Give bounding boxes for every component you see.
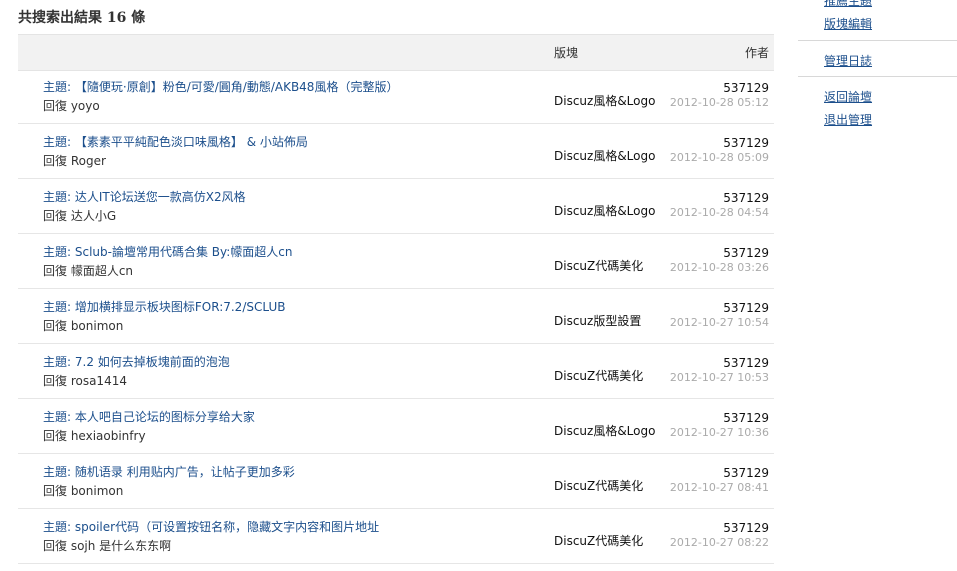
post-date: 2012-10-27 08:22 <box>669 536 769 549</box>
author-link[interactable]: 537129 <box>723 301 769 315</box>
author-link[interactable]: 537129 <box>723 191 769 205</box>
sidebar-divider <box>798 40 957 41</box>
post-date: 2012-10-27 10:53 <box>669 371 769 384</box>
topic-title[interactable]: 【隨便玩·原創】粉色/可愛/圓角/動態/AKB48風格（完整版） <box>75 80 399 94</box>
reply-text: 回復 bonimon <box>43 319 124 333</box>
reply-text: 回復 yoyo <box>43 99 100 113</box>
topic-link[interactable]: 主題: 7.2 如何去掉板塊前面的泡泡 <box>43 353 230 370</box>
table-row: 主題: 【隨便玩·原創】粉色/可愛/圓角/動態/AKB48風格（完整版） 回復 … <box>18 69 774 124</box>
author-link[interactable]: 537129 <box>723 136 769 150</box>
reply-text: 回復 rosa1414 <box>43 374 127 388</box>
author-link[interactable]: 537129 <box>723 411 769 425</box>
reply-text: 回復 bonimon <box>43 484 124 498</box>
sidebar-link-exit-admin[interactable]: 退出管理 <box>824 111 872 128</box>
topic-prefix: 主題: <box>43 190 72 204</box>
topic-prefix: 主題: <box>43 410 72 424</box>
topic-prefix: 主題: <box>43 465 72 479</box>
topic-link[interactable]: 主題: 随机语录 利用贴内广告，让帖子更加多彩 <box>43 463 295 480</box>
topic-title[interactable]: 随机语录 利用贴内广告，让帖子更加多彩 <box>75 465 295 479</box>
author-link[interactable]: 537129 <box>723 356 769 370</box>
forum-link[interactable]: DiscuZ代碼美化 <box>554 257 643 274</box>
topic-title[interactable]: 达人IT论坛送您一款高仿X2风格 <box>75 190 246 204</box>
column-header-forum: 版塊 <box>554 46 579 60</box>
forum-link[interactable]: Discuz風格&Logo <box>554 147 655 164</box>
post-date: 2012-10-28 03:26 <box>669 261 769 274</box>
forum-link[interactable]: DiscuZ代碼美化 <box>554 532 643 549</box>
reply-text: 回復 Roger <box>43 154 106 168</box>
topic-title[interactable]: 【素素平平純配色淡口味風格】 & 小站佈局 <box>75 135 308 149</box>
topic-title[interactable]: 增加横排显示板块图标FOR:7.2/SCLUB <box>75 300 286 314</box>
results-list: 主題: 【隨便玩·原創】粉色/可愛/圓角/動態/AKB48風格（完整版） 回復 … <box>18 69 774 564</box>
author-link[interactable]: 537129 <box>723 246 769 260</box>
topic-prefix: 主題: <box>43 135 72 149</box>
topic-prefix: 主題: <box>43 300 72 314</box>
reply-text: 回復 hexiaobinfry <box>43 429 146 443</box>
topic-prefix: 主題: <box>43 355 72 369</box>
post-date: 2012-10-27 08:41 <box>669 481 769 494</box>
author-link[interactable]: 537129 <box>723 81 769 95</box>
topic-link[interactable]: 主題: spoiler代码（可设置按钮名称，隐藏文字内容和图片地址 <box>43 518 379 535</box>
topic-link[interactable]: 主題: 本人吧自己论坛的图标分享给大家 <box>43 408 255 425</box>
author-link[interactable]: 537129 <box>723 466 769 480</box>
reply-text: 回復 达人小G <box>43 209 117 223</box>
topic-link[interactable]: 主題: 【素素平平純配色淡口味風格】 & 小站佈局 <box>43 133 308 150</box>
post-date: 2012-10-28 04:54 <box>669 206 769 219</box>
sidebar-link-admin-log[interactable]: 管理日誌 <box>824 52 872 69</box>
forum-link[interactable]: Discuz風格&Logo <box>554 92 655 109</box>
post-date: 2012-10-28 05:09 <box>669 151 769 164</box>
reply-text: 回復 幪面超人cn <box>43 264 134 278</box>
topic-title[interactable]: spoiler代码（可设置按钮名称，隐藏文字内容和图片地址 <box>75 520 379 534</box>
table-row: 主題: 本人吧自己论坛的图标分享给大家 回復 hexiaobinfry Disc… <box>18 399 774 454</box>
topic-prefix: 主題: <box>43 520 72 534</box>
topic-link[interactable]: 主題: 【隨便玩·原創】粉色/可愛/圓角/動態/AKB48風格（完整版） <box>43 78 398 95</box>
topic-link[interactable]: 主題: Sclub-論壇常用代碼合集 By:幪面超人cn <box>43 243 293 260</box>
sidebar-link-recommend-topics[interactable]: 推薦主題 <box>824 0 872 9</box>
author-link[interactable]: 537129 <box>723 521 769 535</box>
post-date: 2012-10-27 10:36 <box>669 426 769 439</box>
table-header: 版塊 作者 <box>18 34 774 71</box>
table-row: 主題: 【素素平平純配色淡口味風格】 & 小站佈局 回復 Roger Discu… <box>18 124 774 179</box>
forum-link[interactable]: Discuz風格&Logo <box>554 422 655 439</box>
forum-link[interactable]: Discuz風格&Logo <box>554 202 655 219</box>
post-date: 2012-10-27 10:54 <box>669 316 769 329</box>
topic-link[interactable]: 主題: 达人IT论坛送您一款高仿X2风格 <box>43 188 246 205</box>
table-row: 主題: Sclub-論壇常用代碼合集 By:幪面超人cn 回復 幪面超人cn D… <box>18 234 774 289</box>
result-count-title: 共搜索出結果 16 條 <box>18 10 146 26</box>
table-row: 主題: 7.2 如何去掉板塊前面的泡泡 回復 rosa1414 DiscuZ代碼… <box>18 344 774 399</box>
table-row: 主題: 增加横排显示板块图标FOR:7.2/SCLUB 回復 bonimon D… <box>18 289 774 344</box>
forum-link[interactable]: Discuz版型設置 <box>554 312 641 329</box>
topic-title[interactable]: 7.2 如何去掉板塊前面的泡泡 <box>75 355 230 369</box>
sidebar-divider <box>798 76 957 77</box>
table-row: 主題: spoiler代码（可设置按钮名称，隐藏文字内容和图片地址 回復 soj… <box>18 509 774 564</box>
topic-title[interactable]: Sclub-論壇常用代碼合集 By:幪面超人cn <box>75 245 293 259</box>
topic-prefix: 主題: <box>43 245 72 259</box>
post-date: 2012-10-28 05:12 <box>669 96 769 109</box>
column-header-author: 作者 <box>744 46 769 60</box>
topic-prefix: 主題: <box>43 80 72 94</box>
sidebar-link-forum-edit[interactable]: 版塊編輯 <box>824 15 872 32</box>
table-row: 主題: 达人IT论坛送您一款高仿X2风格 回復 达人小G Discuz風格&Lo… <box>18 179 774 234</box>
forum-link[interactable]: DiscuZ代碼美化 <box>554 367 643 384</box>
topic-title[interactable]: 本人吧自己论坛的图标分享给大家 <box>75 410 255 424</box>
table-row: 主題: 随机语录 利用贴内广告，让帖子更加多彩 回復 bonimon Discu… <box>18 454 774 509</box>
sidebar-link-back-to-forum[interactable]: 返回論壇 <box>824 88 872 105</box>
forum-link[interactable]: DiscuZ代碼美化 <box>554 477 643 494</box>
reply-text: 回復 sojh 是什么东东啊 <box>43 539 172 553</box>
topic-link[interactable]: 主題: 增加横排显示板块图标FOR:7.2/SCLUB <box>43 298 285 315</box>
